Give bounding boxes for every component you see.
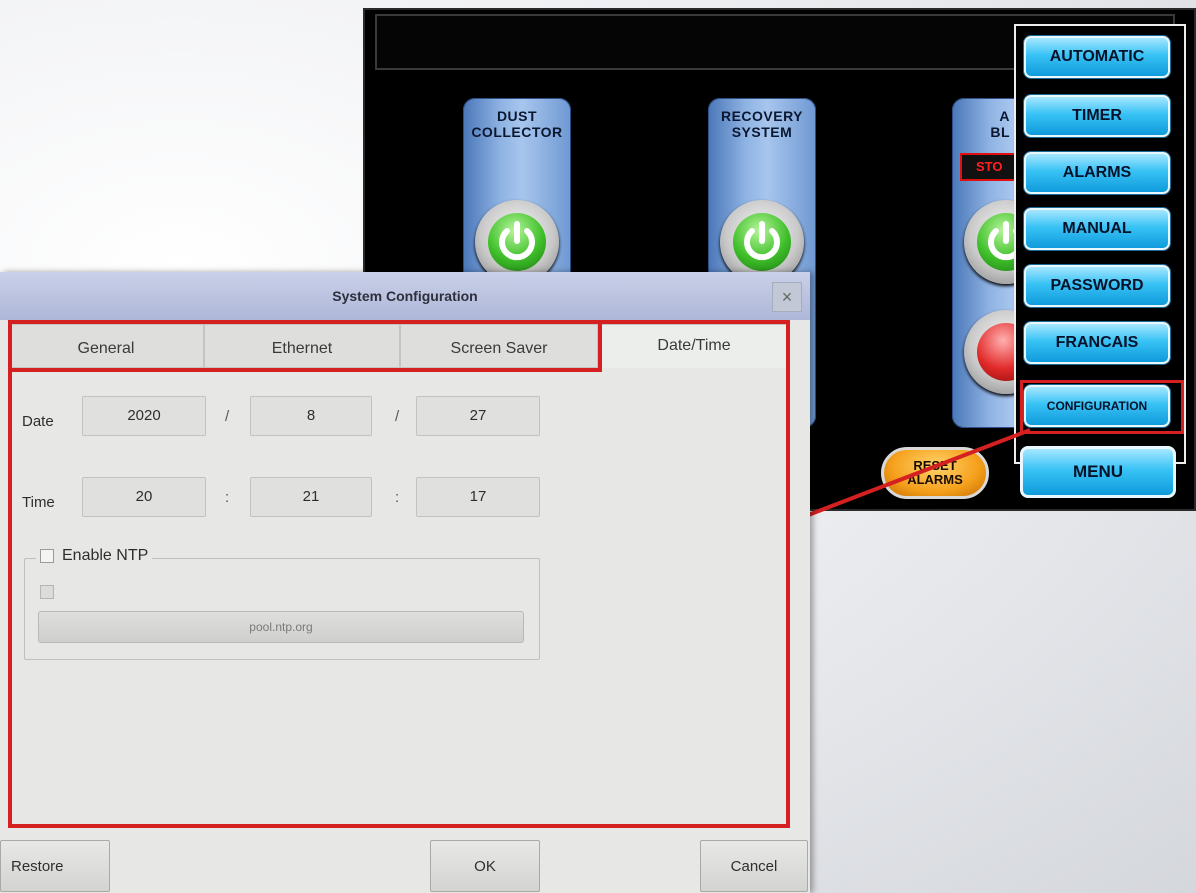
dialog-button-bar: Restore OK Cancel	[0, 830, 810, 893]
restore-button[interactable]: Restore	[0, 840, 110, 892]
time-separator: :	[225, 489, 230, 506]
time-minute-field[interactable]: 21	[250, 477, 372, 517]
enable-ntp-option[interactable]: Enable NTP	[36, 547, 153, 565]
close-icon[interactable]: ×	[772, 282, 802, 312]
date-time-tab-highlight	[598, 320, 790, 372]
system-configuration-dialog: System Configuration × General Ethernet …	[0, 272, 810, 893]
ntp-server-field: pool.ntp.org	[38, 611, 524, 643]
time-separator: :	[395, 489, 400, 506]
enable-ntp-checkbox[interactable]	[40, 549, 54, 563]
enable-ntp-label: Enable NTP	[62, 547, 149, 564]
cancel-button[interactable]: Cancel	[700, 840, 808, 892]
time-hour-field[interactable]: 20	[82, 477, 206, 517]
date-year-field[interactable]: 2020	[82, 396, 206, 436]
time-label: Time	[22, 494, 55, 511]
date-label: Date	[22, 413, 54, 430]
ntp-group-box	[24, 558, 540, 660]
dialog-title: System Configuration	[0, 272, 810, 320]
date-month-field[interactable]: 8	[250, 396, 372, 436]
time-second-field[interactable]: 17	[416, 477, 540, 517]
date-separator: /	[395, 408, 400, 425]
ok-button[interactable]: OK	[430, 840, 540, 892]
date-day-field[interactable]: 27	[416, 396, 540, 436]
date-separator: /	[225, 408, 230, 425]
ntp-checkbox-disabled	[40, 585, 54, 599]
